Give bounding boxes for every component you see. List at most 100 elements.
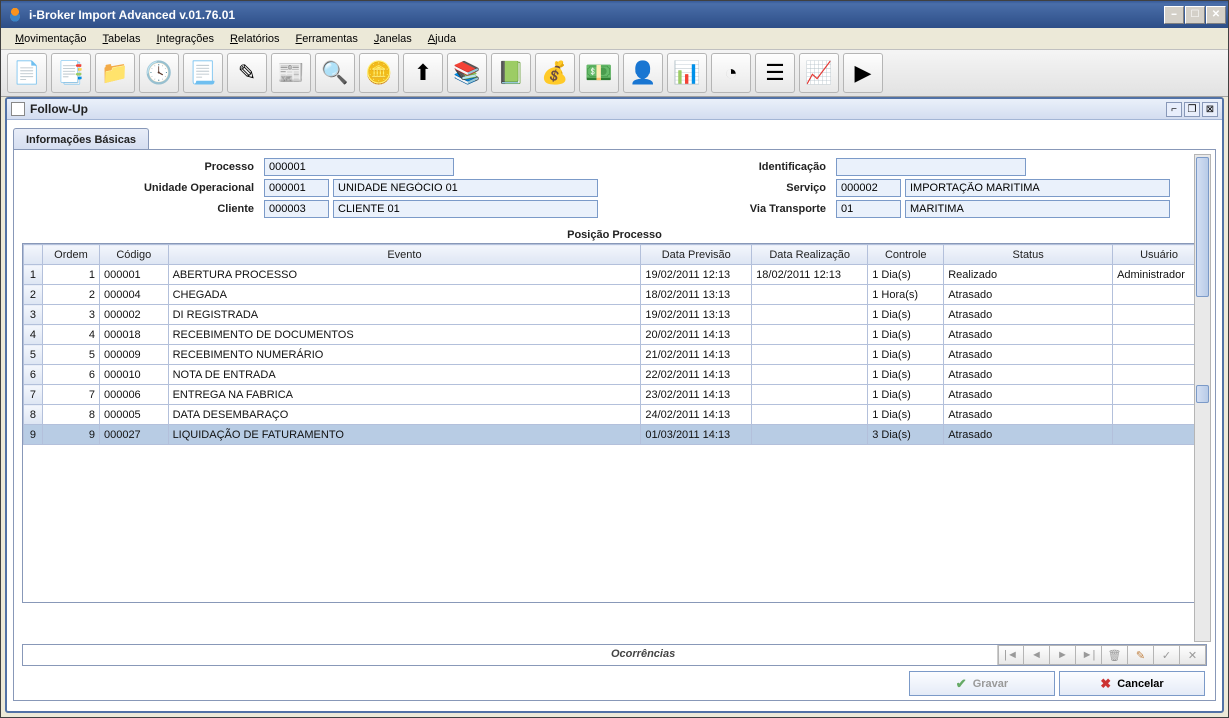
cell[interactable]: 24/02/2011 14:13 — [641, 405, 752, 425]
cell[interactable] — [1113, 325, 1206, 345]
cell[interactable]: DATA DESEMBARAÇO — [168, 405, 641, 425]
via-code-input[interactable] — [836, 200, 901, 218]
cliente-code-input[interactable] — [264, 200, 329, 218]
table-row[interactable]: 88000005DATA DESEMBARAÇO24/02/2011 14:13… — [24, 405, 1206, 425]
doc-lines-button[interactable]: 📰 — [271, 53, 311, 93]
inner-titlebar[interactable]: Follow-Up ⌐ ❐ ⊠ — [7, 99, 1222, 120]
cell[interactable]: 1 — [24, 265, 43, 285]
th-ordem[interactable]: Ordem — [42, 245, 99, 265]
close-button[interactable] — [1206, 6, 1226, 24]
documents-button[interactable]: 📑 — [51, 53, 91, 93]
list-button[interactable]: ☰ — [755, 53, 795, 93]
cell[interactable] — [752, 405, 868, 425]
edit-button[interactable]: ✎ — [227, 53, 267, 93]
cell[interactable] — [1113, 425, 1206, 445]
vertical-scrollbar[interactable] — [1194, 154, 1211, 642]
bar-chart-button[interactable]: 📊 — [667, 53, 707, 93]
menu-movimentacao[interactable]: Movimentação — [7, 30, 95, 48]
cell[interactable]: CHEGADA — [168, 285, 641, 305]
menu-tabelas[interactable]: Tabelas — [95, 30, 149, 48]
cell[interactable]: 6 — [24, 365, 43, 385]
cell[interactable] — [752, 285, 868, 305]
table-row[interactable]: 55000009RECEBIMENTO NUMERÁRIO21/02/2011 … — [24, 345, 1206, 365]
cell[interactable] — [1113, 285, 1206, 305]
cell[interactable]: 000027 — [99, 425, 168, 445]
folder-clock-button[interactable]: 🕓 — [139, 53, 179, 93]
scrollbar-thumb-2[interactable] — [1196, 385, 1209, 403]
cell[interactable] — [1113, 345, 1206, 365]
cell[interactable]: 7 — [24, 385, 43, 405]
pie-user-button[interactable]: 👤 — [623, 53, 663, 93]
table-row[interactable]: 99000027LIQUIDAÇÃO DE FATURAMENTO01/03/2… — [24, 425, 1206, 445]
servico-name-input[interactable] — [905, 179, 1170, 197]
th-evento[interactable]: Evento — [168, 245, 641, 265]
menu-janelas[interactable]: Janelas — [366, 30, 420, 48]
cell[interactable]: 1 Dia(s) — [868, 365, 944, 385]
cell[interactable]: 000018 — [99, 325, 168, 345]
processo-input[interactable] — [264, 158, 454, 176]
cell[interactable]: RECEBIMENTO DE DOCUMENTOS — [168, 325, 641, 345]
minimize-button[interactable] — [1164, 6, 1184, 24]
cell[interactable]: 000006 — [99, 385, 168, 405]
th-controle[interactable]: Controle — [868, 245, 944, 265]
cell[interactable]: LIQUIDAÇÃO DE FATURAMENTO — [168, 425, 641, 445]
cell[interactable]: 1 Hora(s) — [868, 285, 944, 305]
unidade-name-input[interactable] — [333, 179, 598, 197]
cliente-name-input[interactable] — [333, 200, 598, 218]
cell[interactable]: 000005 — [99, 405, 168, 425]
th-data-realizacao[interactable]: Data Realização — [752, 245, 868, 265]
table-row[interactable]: 22000004CHEGADA18/02/2011 13:131 Hora(s)… — [24, 285, 1206, 305]
cell[interactable]: 18/02/2011 13:13 — [641, 285, 752, 305]
cell[interactable]: 000009 — [99, 345, 168, 365]
cell[interactable]: 3 — [42, 305, 99, 325]
nav-next-button[interactable]: ► — [1050, 645, 1076, 665]
nav-edit-button[interactable]: ✎ — [1128, 645, 1154, 665]
money-chart-button[interactable]: 💵 — [579, 53, 619, 93]
tab-informacoes-basicas[interactable]: Informações Básicas — [13, 128, 149, 151]
nav-cancel-button[interactable]: ✕ — [1180, 645, 1206, 665]
cell[interactable] — [752, 305, 868, 325]
cell[interactable] — [1113, 405, 1206, 425]
cell[interactable]: 1 Dia(s) — [868, 405, 944, 425]
via-name-input[interactable] — [905, 200, 1170, 218]
table-row[interactable]: 33000002DI REGISTRADA19/02/2011 13:131 D… — [24, 305, 1206, 325]
folder-star-button[interactable]: 📁 — [95, 53, 135, 93]
cell[interactable]: 9 — [24, 425, 43, 445]
cell[interactable]: 4 — [42, 325, 99, 345]
cell[interactable]: 23/02/2011 14:13 — [641, 385, 752, 405]
maximize-button[interactable] — [1185, 6, 1205, 24]
th-data-previsao[interactable]: Data Previsão — [641, 245, 752, 265]
search-button[interactable]: 🔍 — [315, 53, 355, 93]
titlebar[interactable]: i-Broker Import Advanced v.01.76.01 — [1, 1, 1228, 28]
inner-close-button[interactable]: ⊠ — [1202, 102, 1218, 117]
cell[interactable]: 6 — [42, 365, 99, 385]
cell[interactable]: Atrasado — [944, 345, 1113, 365]
page-button[interactable]: 📃 — [183, 53, 223, 93]
cell[interactable]: 3 Dia(s) — [868, 425, 944, 445]
nav-first-button[interactable]: |◄ — [998, 645, 1024, 665]
chart-arrow-button[interactable]: 📈 — [799, 53, 839, 93]
cell[interactable]: 19/02/2011 13:13 — [641, 305, 752, 325]
cell[interactable]: ENTREGA NA FABRICA — [168, 385, 641, 405]
cell[interactable]: 2 — [42, 285, 99, 305]
cell[interactable]: 8 — [24, 405, 43, 425]
cell[interactable]: 2 — [24, 285, 43, 305]
inner-maximize-button[interactable]: ❐ — [1184, 102, 1200, 117]
cell[interactable]: 5 — [24, 345, 43, 365]
menu-relatorios[interactable]: Relatórios — [222, 30, 288, 48]
cell[interactable]: 4 — [24, 325, 43, 345]
table-row[interactable]: 44000018RECEBIMENTO DE DOCUMENTOS20/02/2… — [24, 325, 1206, 345]
cell[interactable]: Atrasado — [944, 325, 1113, 345]
ledger-button[interactable]: 📗 — [491, 53, 531, 93]
money-pin-button[interactable]: 💰 — [535, 53, 575, 93]
cancelar-button[interactable]: ✖ Cancelar — [1059, 671, 1205, 696]
cell[interactable]: Atrasado — [944, 425, 1113, 445]
cell[interactable] — [752, 325, 868, 345]
th-codigo[interactable]: Código — [99, 245, 168, 265]
pie-slice-button[interactable]: ◔ — [711, 53, 751, 93]
table-row[interactable]: 77000006ENTREGA NA FABRICA23/02/2011 14:… — [24, 385, 1206, 405]
cell[interactable]: 22/02/2011 14:13 — [641, 365, 752, 385]
cell[interactable]: 1 Dia(s) — [868, 385, 944, 405]
cell[interactable]: 1 Dia(s) — [868, 325, 944, 345]
cell[interactable]: Administrador — [1113, 265, 1206, 285]
